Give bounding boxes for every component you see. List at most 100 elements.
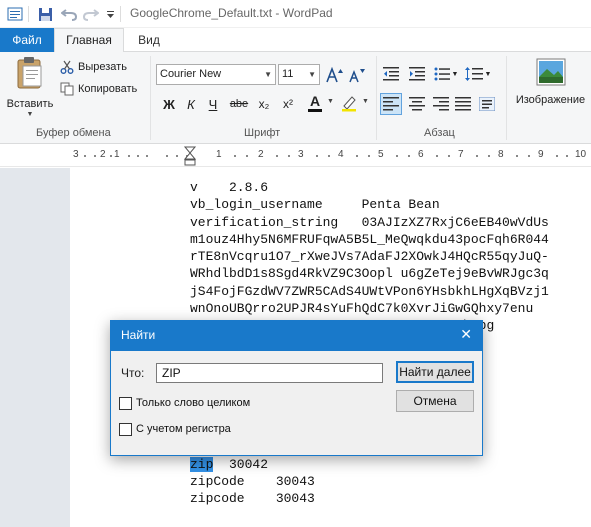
text-color-letter: A — [309, 93, 321, 109]
decrease-indent-button[interactable] — [380, 64, 402, 84]
document-line[interactable]: zipCode 30043 — [190, 473, 549, 490]
chevron-down-icon: ▼ — [308, 70, 316, 79]
text-color-swatch — [308, 109, 322, 112]
align-right-button[interactable] — [430, 93, 452, 115]
ruler-dot — [528, 155, 530, 157]
find-input[interactable]: ZIP — [156, 363, 383, 383]
document-line[interactable]: vb_login_username Penta Bean — [190, 196, 549, 213]
ruler-dot — [448, 155, 450, 157]
tab-file[interactable]: Файл — [0, 28, 54, 52]
ruler-dot — [146, 155, 148, 157]
ruler-dot — [234, 155, 236, 157]
bold-button[interactable]: Ж — [160, 94, 178, 114]
text-color-button[interactable]: A — [304, 92, 326, 114]
match-case-label[interactable]: С учетом регистра — [136, 423, 231, 435]
undo-icon[interactable] — [60, 5, 78, 23]
superscript-button[interactable]: x² — [278, 94, 298, 114]
ruler-dot — [176, 155, 178, 157]
paragraph-settings-button[interactable] — [476, 93, 498, 115]
document-line[interactable]: WRhdlbdD1s8Sgd4RkVZ9C3Oopl u6gZeTej9eBvW… — [190, 265, 549, 282]
save-icon[interactable] — [36, 5, 54, 23]
whole-word-checkbox[interactable] — [119, 397, 132, 410]
paste-button[interactable]: Вставить ▼ — [6, 56, 54, 120]
font-size-value: 11 — [282, 68, 294, 80]
shrink-font-button[interactable] — [348, 65, 366, 85]
document-line[interactable]: zip 30042 — [190, 456, 549, 473]
redo-icon[interactable] — [82, 5, 100, 23]
ruler-dot — [488, 155, 490, 157]
indent-marker-icon[interactable] — [184, 146, 196, 166]
find-what-label: Что: — [121, 366, 145, 380]
app-icon[interactable] — [6, 5, 24, 23]
ruler-mark: 4 — [338, 149, 344, 160]
align-center-button[interactable] — [406, 93, 428, 115]
underline-button[interactable]: Ч — [204, 94, 222, 114]
align-center-icon — [409, 97, 425, 111]
highlight-button[interactable] — [338, 92, 360, 114]
bullet-list-icon — [434, 67, 450, 81]
whole-word-label[interactable]: Только слово целиком — [136, 397, 250, 409]
document-line[interactable]: zipcode 30043 — [190, 490, 549, 507]
ruler-mark: 10 — [575, 149, 587, 160]
separator — [376, 56, 377, 140]
subscript-button[interactable]: x₂ — [254, 94, 274, 114]
chevron-down-icon[interactable]: ▼ — [327, 98, 334, 105]
ruler-dot — [246, 155, 248, 157]
ruler-mark: 2 — [258, 149, 264, 160]
line-spacing-button[interactable]: ▼ — [464, 64, 492, 84]
justify-button[interactable] — [452, 93, 474, 115]
font-size-select[interactable]: 11 ▼ — [278, 64, 320, 85]
font-group-label: Шрифт — [244, 127, 281, 139]
dialog-title-bar[interactable]: Найти ✕ — [111, 321, 482, 351]
ruler-dot — [396, 155, 398, 157]
insert-image-button[interactable]: Изображение — [510, 58, 591, 122]
customize-dropdown-icon[interactable] — [104, 5, 116, 23]
ruler-mark: 3 — [298, 149, 304, 160]
chevron-down-icon[interactable]: ▼ — [362, 98, 369, 105]
ruler-dot — [328, 155, 330, 157]
chevron-down-icon: ▼ — [264, 70, 272, 79]
font-family-select[interactable]: Courier New ▼ — [156, 64, 276, 85]
ruler-dot — [128, 155, 130, 157]
cut-button[interactable]: Вырезать — [60, 58, 127, 76]
document-line[interactable]: v 2.8.6 — [190, 179, 549, 196]
ruler-mark: 8 — [498, 149, 504, 160]
ruler-mark: 1 — [114, 149, 120, 160]
search-highlight[interactable]: zip — [190, 456, 214, 472]
grow-font-button[interactable] — [326, 65, 344, 85]
close-icon[interactable]: ✕ — [460, 326, 472, 343]
cut-label: Вырезать — [78, 61, 127, 73]
align-left-button[interactable] — [380, 93, 402, 115]
ribbon-tabs: Файл Главная Вид — [0, 28, 591, 53]
document-line[interactable]: jS4FojFGzdWV7ZWR5CAdS4UWtVPon6YHsbkhLHgX… — [190, 283, 549, 300]
list-button[interactable]: ▼ — [432, 64, 460, 84]
ruler-dot — [288, 155, 290, 157]
increase-indent-button[interactable] — [406, 64, 428, 84]
insert-image-label: Изображение — [515, 94, 586, 106]
tab-view[interactable]: Вид — [124, 28, 174, 52]
ruler-dot — [110, 155, 112, 157]
shrink-font-icon — [349, 69, 365, 83]
ruler-mark: 2 — [100, 149, 106, 160]
font-family-value: Courier New — [160, 68, 222, 80]
document-line[interactable]: wnOnoUBQrro2UPJR4sYuFhQdC7k0XvrJiGwGQhxy… — [190, 300, 549, 317]
document-line[interactable]: m1ouz4Hhy5N6MFRUFqwA5B5L_MeQwqkdu43pocFq… — [190, 231, 549, 248]
separator — [150, 56, 151, 140]
document-line[interactable]: rTE8nVcqru1O7_rXweJVs7AdaFJ2XOwkJ4HQcR55… — [190, 248, 549, 265]
strikethrough-button[interactable]: abe — [228, 94, 250, 114]
match-case-checkbox[interactable] — [119, 423, 132, 436]
copy-button[interactable]: Копировать — [60, 80, 137, 98]
find-next-button[interactable]: Найти далее — [396, 361, 474, 383]
ruler-dot — [476, 155, 478, 157]
decrease-indent-icon — [383, 67, 399, 81]
document-line[interactable]: verification_string 03AJIzXZ7RxjC6eEB40w… — [190, 214, 549, 231]
increase-indent-icon — [409, 67, 425, 81]
tab-home[interactable]: Главная — [54, 28, 124, 53]
ruler-dot — [516, 155, 518, 157]
ruler-mark: 1 — [216, 149, 222, 160]
ruler-mark: 5 — [378, 149, 384, 160]
italic-button[interactable]: К — [182, 94, 200, 114]
ruler-dot — [356, 155, 358, 157]
cancel-button[interactable]: Отмена — [396, 390, 474, 412]
picture-icon — [536, 58, 565, 86]
